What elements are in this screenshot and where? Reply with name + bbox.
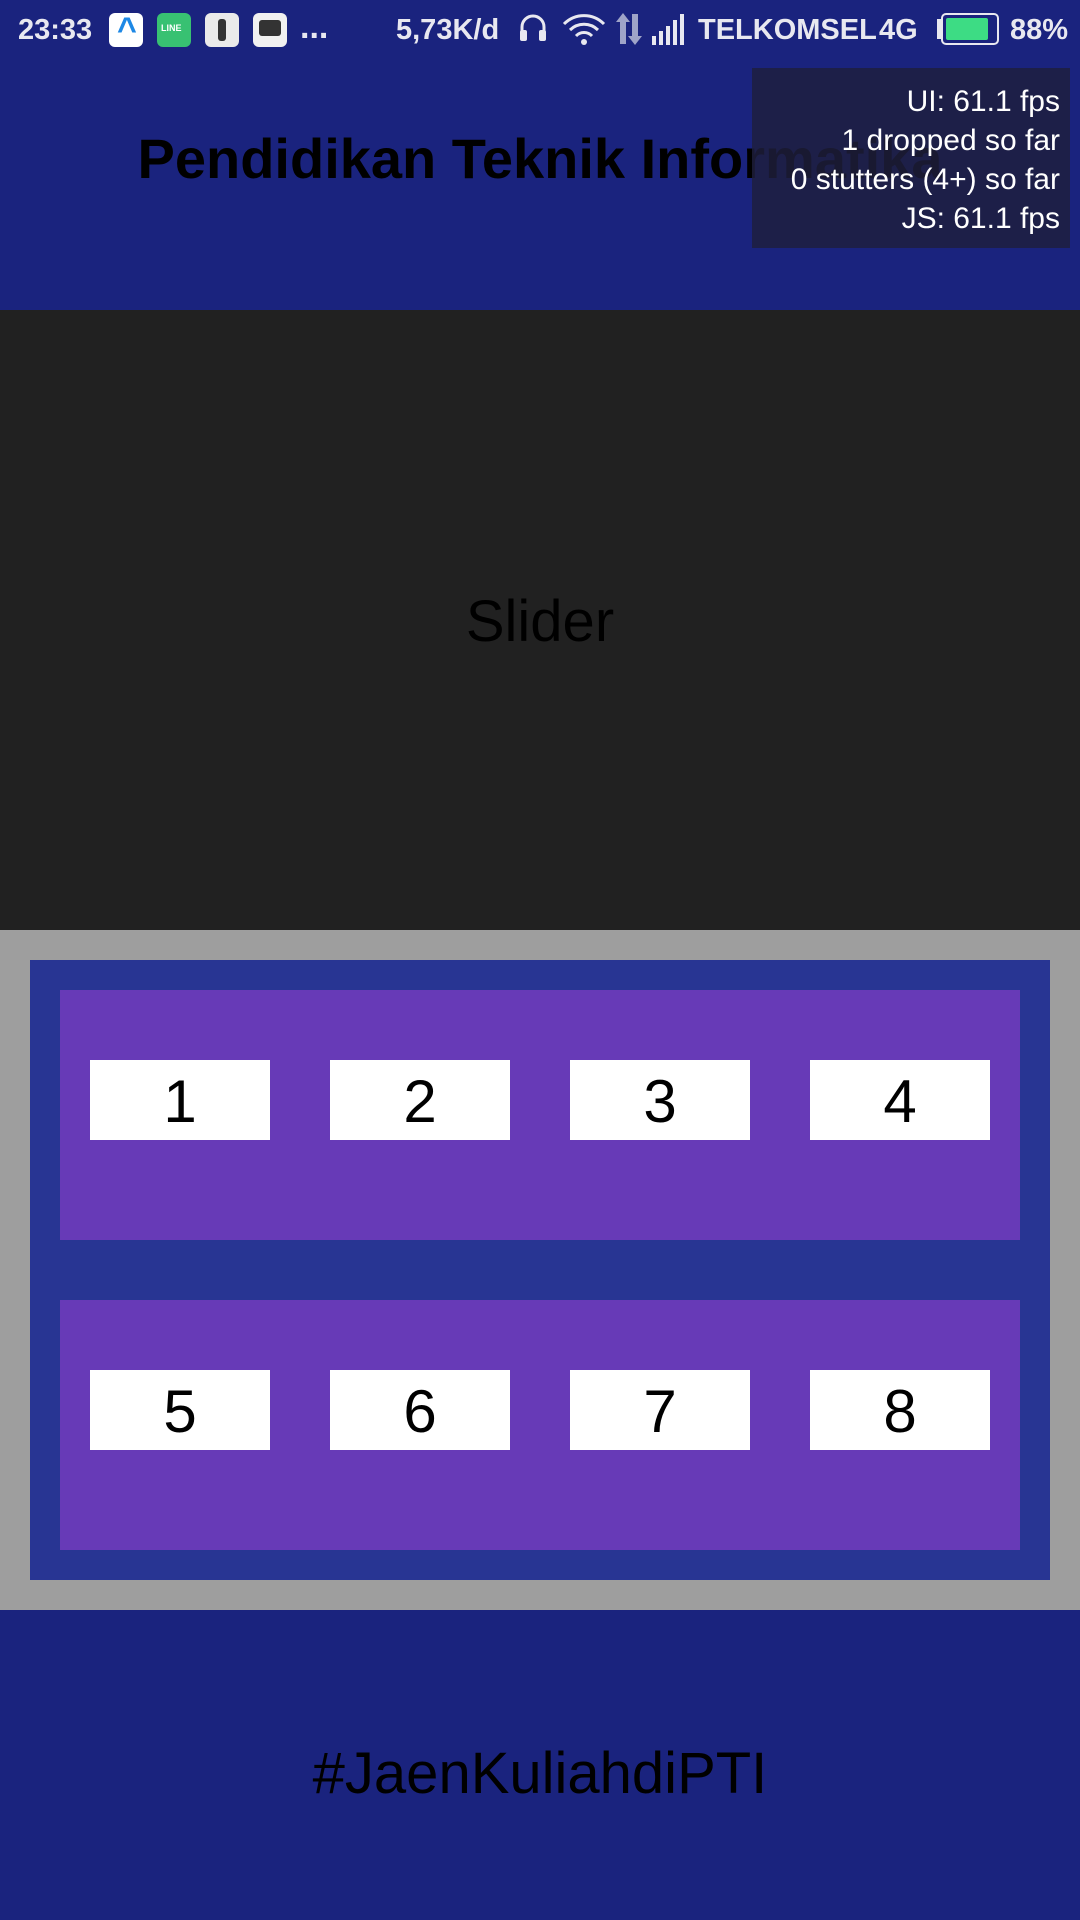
network-type: 4G: [879, 14, 918, 46]
menu-item-6[interactable]: 6: [330, 1370, 510, 1450]
menu-item-2[interactable]: 2: [330, 1060, 510, 1140]
menu-grid: 1 2 3 4 5 6 7 8: [30, 960, 1050, 1580]
menu-item-5[interactable]: 5: [90, 1370, 270, 1450]
perf-js-fps: JS: 61.1 fps: [901, 202, 1060, 235]
wifi-icon: [562, 14, 606, 45]
menu-row-1: 1 2 3 4: [60, 990, 1020, 1240]
footer: #JaenKuliahdiPTI: [0, 1610, 1080, 1920]
menu-row-2: 5 6 7 8: [60, 1300, 1020, 1550]
battery-percent: 88%: [1010, 14, 1069, 46]
figure-app-icon: [205, 13, 239, 47]
arrow-app-icon: [109, 11, 143, 50]
headset-icon: [520, 14, 546, 41]
footer-hashtag: #JaenKuliahdiPTI: [312, 1741, 768, 1806]
perf-dropped-frames: 1 dropped so far: [841, 124, 1060, 157]
signal-icon: [652, 14, 684, 45]
menu-item-1[interactable]: 1: [90, 1060, 270, 1140]
image-slider[interactable]: Slider: [0, 310, 1080, 930]
menu-item-3[interactable]: 3: [570, 1060, 750, 1140]
perf-stutters: 0 stutters (4+) so far: [790, 163, 1060, 196]
perf-monitor-overlay[interactable]: UI: 61.1 fps 1 dropped so far 0 stutters…: [752, 68, 1070, 248]
data-arrows-icon: [616, 13, 642, 45]
menu-grid-container: 1 2 3 4 5 6 7 8: [0, 930, 1080, 1610]
more-notifications-icon: ...: [300, 8, 329, 46]
status-time: 23:33: [18, 14, 93, 46]
network-speed: 5,73K/d: [396, 14, 500, 46]
menu-item-7[interactable]: 7: [570, 1370, 750, 1450]
bbm-app-icon: [253, 13, 287, 47]
line-app-icon: [157, 13, 191, 47]
carrier-name: TELKOMSEL: [698, 14, 877, 46]
menu-item-8[interactable]: 8: [810, 1370, 990, 1450]
battery-icon: [937, 13, 999, 45]
slider-label: Slider: [465, 589, 615, 654]
menu-item-4[interactable]: 4: [810, 1060, 990, 1140]
perf-ui-fps: UI: 61.1 fps: [906, 85, 1060, 118]
status-bar: 23:33 ... 5,73K/d TELKOMSEL 4G 88%: [0, 0, 1080, 62]
